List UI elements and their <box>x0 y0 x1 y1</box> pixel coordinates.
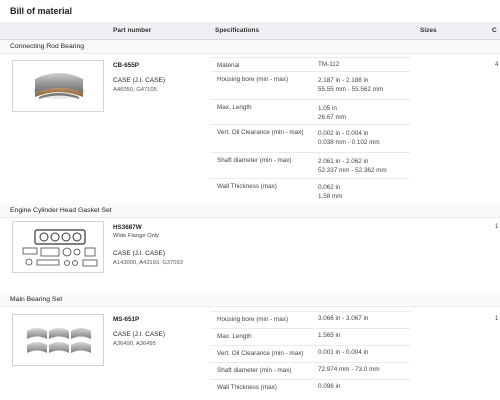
part-brand: CASE (J.I. CASE) <box>113 331 166 338</box>
spec-value: 3.066 in - 3.067 in <box>318 315 369 322</box>
spec-row: Housing bore (min - max) 3.066 in - 3.06… <box>210 311 410 328</box>
section-header-bg <box>0 293 500 307</box>
part-note: Wide Flange Only <box>113 233 160 239</box>
spec-label: Wall Thickness (max) <box>217 384 277 391</box>
row-quantity: 1 <box>495 316 499 322</box>
spec-value-metric: 55.55 mm - 55.562 mm <box>318 86 384 93</box>
part-number-link[interactable]: HS3687W <box>113 224 142 231</box>
part-number-link[interactable]: MS-651P <box>113 316 139 323</box>
spec-label: Max. Length <box>217 104 252 111</box>
spec-value: 2.187 in - 2.188 in <box>318 77 369 84</box>
row-quantity: 1 <box>495 224 499 230</box>
page-title: Bill of material <box>10 6 73 16</box>
spec-row: Wall Thickness (max) 0.096 in <box>210 379 410 396</box>
spec-row: Wall Thickness (max) 0.062 in 1.58 mm <box>210 178 410 204</box>
spec-row: Shaft diameter (min - max) 2.061 in - 2.… <box>210 152 410 178</box>
connecting-rod-bearing-image[interactable] <box>12 60 104 112</box>
part-cross-reference: A143000, A43193, G37093 <box>113 260 183 266</box>
part-brand: CASE (J.I. CASE) <box>113 77 166 84</box>
spec-value-metric: 1.58 mm <box>318 193 343 200</box>
main-bearing-set-image[interactable] <box>12 314 104 366</box>
spec-value: 1.565 in <box>318 332 341 339</box>
spec-label: Material <box>217 62 240 69</box>
spec-label: Housing bore (min - max) <box>217 76 289 83</box>
header-part-number[interactable]: Part number <box>113 27 151 34</box>
spec-value: TM-112 <box>318 61 340 68</box>
part-cross-reference: A36490, A36495 <box>113 341 156 347</box>
part-number-link[interactable]: CB-655P <box>113 62 139 69</box>
spec-label: Shaft diameter (min - max) <box>217 157 292 164</box>
spec-row: Shaft diameter (min - max) 72.974 mm - 7… <box>210 362 410 379</box>
spec-label: Vert. Oil Clearance (min - max) <box>217 350 304 357</box>
header-sizes[interactable]: Sizes <box>420 27 437 34</box>
spec-value: 72.974 mm - 73.0 mm <box>318 366 380 373</box>
spec-row: Vert. Oil Clearance (min - max) 0.002 in… <box>210 124 410 152</box>
spec-value: 0.002 in - 0.004 in <box>318 130 369 137</box>
row-quantity: 4 <box>495 62 499 68</box>
bearing-set-icon <box>27 328 91 353</box>
header-specifications[interactable]: Specifications <box>215 27 259 34</box>
section-title-main-bearing-set: Main Bearing Set <box>10 296 63 303</box>
spec-value: 0.096 in <box>318 383 341 390</box>
gasket-set-icon <box>22 229 98 267</box>
header-c[interactable]: C <box>492 27 497 34</box>
spec-row: Material TM-112 <box>210 57 410 71</box>
spec-value: 0.001 in - 0.004 in <box>318 349 369 356</box>
spec-value: 0.062 in <box>318 184 341 191</box>
spec-value-metric: 0.038 mm - 0.102 mm <box>318 139 380 146</box>
spec-value-metric: 26.67 mm <box>318 114 346 121</box>
spec-row: Vert. Oil Clearance (min - max) 0.001 in… <box>210 345 410 362</box>
head-gasket-set-image[interactable] <box>12 221 104 273</box>
spec-value-metric: 52.337 mm - 52.362 mm <box>318 167 387 174</box>
spec-row: Max. Length 1.565 in <box>210 328 410 345</box>
spec-row: Housing bore (min - max) 2.187 in - 2.18… <box>210 71 410 99</box>
part-brand: CASE (J.I. CASE) <box>113 250 166 257</box>
spec-label: Housing bore (min - max) <box>217 316 289 323</box>
section-title-head-gasket-set: Engine Cylinder Head Gasket Set <box>10 207 112 214</box>
spec-value: 1.05 in <box>318 105 337 112</box>
bearing-shell-icon <box>33 73 85 99</box>
spec-label: Wall Thickness (max) <box>217 183 277 190</box>
section-title-connecting-rod-bearing: Connecting Rod Bearing <box>10 43 85 50</box>
spec-value: 2.061 in - 2.062 in <box>318 158 369 165</box>
table-header: Part number Specifications Sizes C <box>0 22 500 40</box>
spec-label: Max. Length <box>217 333 252 340</box>
spec-label: Vert. Oil Clearance (min - max) <box>217 129 304 136</box>
spec-row: Max. Length 1.05 in 26.67 mm <box>210 99 410 124</box>
spec-label: Shaft diameter (min - max) <box>217 367 292 374</box>
part-cross-reference: A46050, G47105 <box>113 87 157 93</box>
